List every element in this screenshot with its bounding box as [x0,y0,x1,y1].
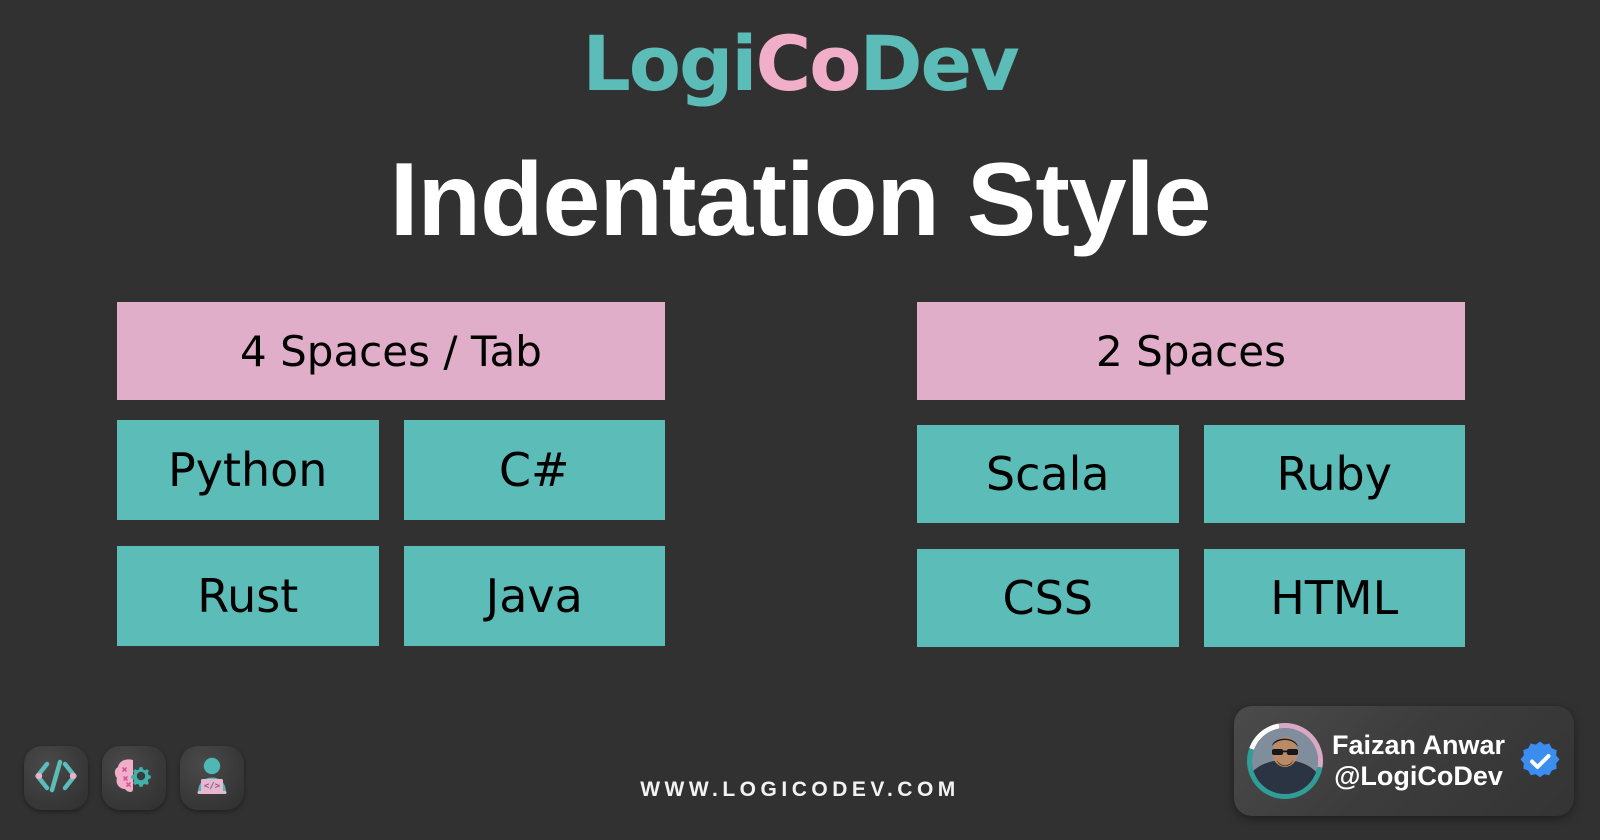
language-box-csharp[interactable]: C# [403,420,665,520]
verified-badge [1518,739,1562,783]
language-box-css[interactable]: CSS [917,549,1179,647]
page-title: Indentation Style [389,142,1212,258]
brand-logo: LogiCoDev [0,26,1600,102]
column-header-2-spaces: 2 Spaces [917,302,1465,400]
brand-logo-part1: Logi [582,19,757,108]
avatar [1247,723,1323,799]
avatar-photo [1252,728,1318,794]
profile-handle: @LogiCoDev [1334,761,1503,791]
language-grid-2-spaces: Scala Ruby CSS HTML [917,425,1465,647]
language-box-python[interactable]: Python [117,420,379,520]
language-box-scala[interactable]: Scala [917,425,1179,523]
language-box-rust[interactable]: Rust [117,546,379,646]
brand-logo-part3: Dev [859,19,1019,108]
brand-logo-part2: Co [755,19,861,108]
language-box-html[interactable]: HTML [1203,549,1465,647]
column-header-4-spaces: 4 Spaces / Tab [117,302,665,400]
indentation-group-2-spaces: 2 Spaces Scala Ruby CSS HTML [917,302,1465,647]
indentation-group-4-spaces: 4 Spaces / Tab Python C# Rust Java [117,302,665,646]
language-box-ruby[interactable]: Ruby [1203,425,1465,523]
profile-text: Faizan Anwar @LogiCoDev [1323,730,1518,792]
language-grid-4-spaces: Python C# Rust Java [117,420,665,646]
profile-card[interactable]: Faizan Anwar @LogiCoDev [1234,706,1574,816]
profile-name: Faizan Anwar [1331,730,1506,761]
language-box-java[interactable]: Java [403,546,665,646]
